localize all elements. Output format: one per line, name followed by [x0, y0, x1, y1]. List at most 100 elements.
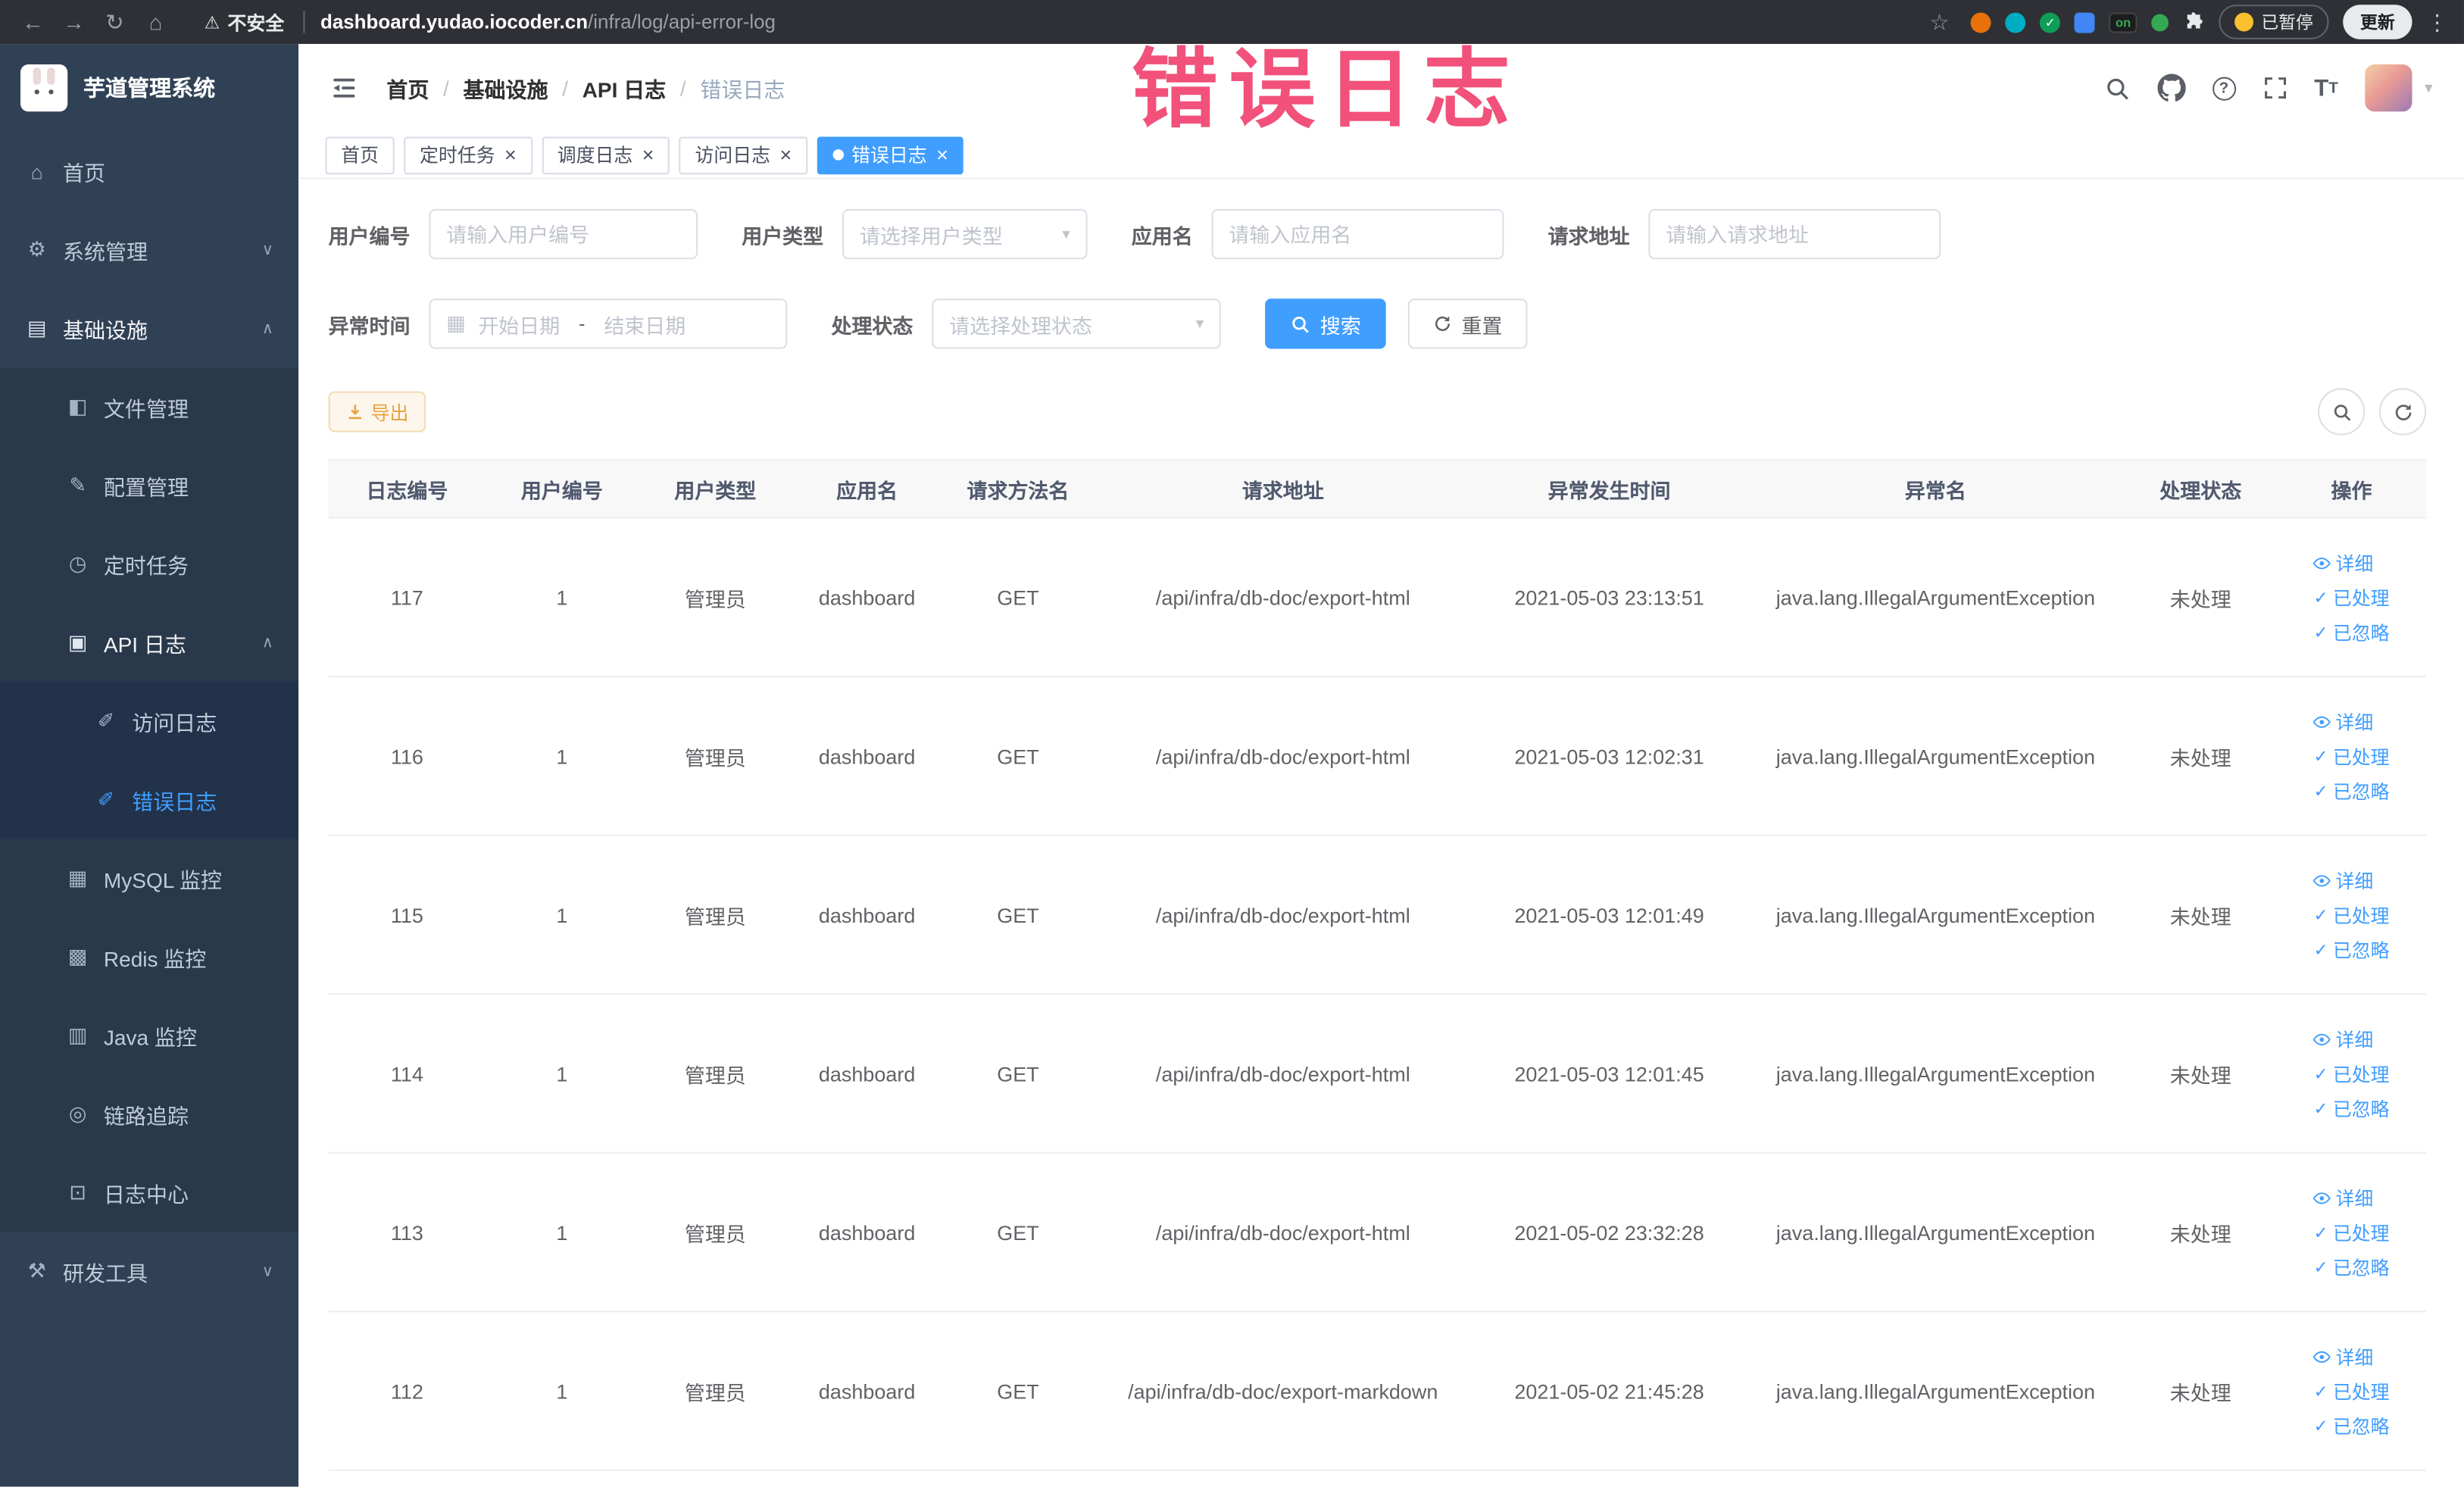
action-ignored[interactable]: ✓ 已忽略	[2313, 1412, 2389, 1439]
help-icon[interactable]: ?	[2212, 76, 2236, 100]
sidebar-item-java-monitor[interactable]: ▥ Java 监控	[0, 996, 299, 1076]
sidebar-item-infrastructure[interactable]: ▤ 基础设施 ∧	[0, 289, 298, 368]
action-processed[interactable]: ✓ 已处理	[2313, 742, 2389, 769]
extensions-puzzle-icon[interactable]	[2183, 11, 2205, 33]
sidebar-item-config-mgmt[interactable]: ✎ 配置管理	[0, 446, 299, 525]
action-processed[interactable]: ✓ 已处理	[2313, 901, 2389, 928]
font-size-icon[interactable]: TT	[2314, 75, 2338, 102]
tab-close-icon[interactable]: ×	[936, 145, 948, 165]
action-ignored[interactable]: ✓ 已忽略	[2313, 1253, 2389, 1279]
cell-status: 未处理	[2169, 1222, 2231, 1246]
action-ignored[interactable]: ✓ 已忽略	[2313, 1095, 2389, 1121]
edit-icon: ✎	[69, 473, 87, 497]
row-actions: 详细 ✓ 已处理 ✓ 已忽略	[2313, 549, 2390, 645]
cell-time: 2021-05-02 21:45:28	[1514, 1379, 1704, 1403]
action-ignored[interactable]: ✓ 已忽略	[2313, 777, 2389, 804]
sidebar-item-log-center[interactable]: ⊡ 日志中心	[0, 1153, 299, 1232]
search-button[interactable]: 搜索	[1265, 298, 1386, 349]
forward-icon[interactable]: →	[57, 9, 92, 34]
breadcrumb-item[interactable]: 基础设施	[464, 72, 548, 103]
sidebar-item-api-log[interactable]: ▣ API 日志 ∧	[0, 603, 299, 683]
extension-icon-green-check[interactable]: ✓	[2040, 11, 2061, 33]
sidebar-item-access-log[interactable]: ✐ 访问日志	[0, 682, 299, 761]
sidebar-item-system-mgmt[interactable]: ⚙ 系统管理 ∨	[0, 211, 298, 289]
tab-label: 定时任务	[419, 144, 495, 167]
action-detail[interactable]: 详细	[2313, 1026, 2373, 1052]
process-status-select[interactable]: 请选择处理状态 ▾	[932, 298, 1222, 349]
action-processed[interactable]: ✓ 已处理	[2313, 1219, 2389, 1245]
extension-icon-blue[interactable]	[2074, 11, 2095, 33]
cell-exception: java.lang.IllegalArgumentException	[1775, 1061, 2096, 1086]
extension-icon-leaf[interactable]	[2151, 13, 2169, 31]
cell-actions: 详细 ✓ 已处理 ✓ 已忽略	[2277, 836, 2426, 993]
app-logo[interactable]: 芋道管理系统	[0, 44, 298, 132]
action-ignored[interactable]: ✓ 已忽略	[2313, 936, 2389, 962]
app-name-input[interactable]	[1211, 208, 1504, 260]
extension-icon-orange[interactable]	[1971, 11, 1991, 33]
refresh-tool-button[interactable]	[2378, 388, 2427, 436]
tab-job[interactable]: 定时任务 ×	[404, 136, 532, 174]
sidebar-item-link-tracing[interactable]: ◎ 链路追踪	[0, 1075, 299, 1154]
export-button[interactable]: 导出	[328, 391, 426, 433]
sidebar-item-redis-monitor[interactable]: ▩ Redis 监控	[0, 917, 299, 997]
sidebar-item-error-log[interactable]: ✐ 错误日志	[0, 761, 299, 839]
column-header: 请求方法名	[967, 478, 1070, 502]
reload-icon[interactable]: ↻	[98, 8, 133, 35]
action-ignored[interactable]: ✓ 已忽略	[2313, 618, 2389, 645]
security-indicator[interactable]: ⚠ 不安全	[205, 8, 285, 35]
avatar-caret-icon[interactable]: ▾	[2425, 80, 2432, 97]
cell-time: 2021-05-03 12:01:45	[1514, 1061, 1704, 1086]
column-header: 日志编号	[366, 478, 448, 502]
action-detail[interactable]: 详细	[2313, 867, 2373, 893]
action-processed[interactable]: ✓ 已处理	[2313, 1377, 2389, 1404]
action-label: 已处理	[2332, 745, 2390, 768]
browser-home-icon[interactable]: ⌂	[139, 9, 173, 34]
sidebar-item-dev-tools[interactable]: ⚒ 研发工具 ∨	[0, 1232, 298, 1310]
tab-close-icon[interactable]: ×	[504, 145, 517, 165]
cell-id: 115	[390, 902, 423, 926]
user-id-input[interactable]	[429, 208, 698, 260]
bookmark-star-icon[interactable]: ☆	[1922, 8, 1957, 35]
app-title: 芋道管理系统	[83, 75, 216, 101]
action-detail[interactable]: 详细	[2313, 1184, 2373, 1211]
extension-on-badge[interactable]: on	[2109, 11, 2138, 33]
tab-close-icon[interactable]: ×	[642, 145, 654, 165]
request-url-input[interactable]	[1648, 208, 1941, 260]
browser-toolbar-right: ☆ ✓ on 已暂停 更新 ⋮	[1922, 5, 2448, 39]
tab-error-log[interactable]: 错误日志 ×	[817, 136, 964, 174]
tab-access-log[interactable]: 访问日志 ×	[679, 136, 808, 174]
action-detail[interactable]: 详细	[2313, 708, 2373, 735]
sidebar-collapse-icon[interactable]	[330, 74, 358, 102]
user-type-select[interactable]: 请选择用户类型 ▾	[842, 208, 1088, 260]
tab-job-log[interactable]: 调度日志 ×	[541, 136, 670, 174]
zoom-tool-button[interactable]	[2318, 388, 2366, 436]
sidebar-item-scheduled-tasks[interactable]: ◷ 定时任务	[0, 524, 299, 604]
user-avatar[interactable]	[2365, 64, 2412, 112]
sidebar-item-file-mgmt[interactable]: ◧ 文件管理	[0, 367, 299, 447]
sidebar-item-home[interactable]: ⌂ 首页	[0, 132, 298, 211]
breadcrumb-item[interactable]: API 日志	[582, 72, 667, 103]
topbar: 首页 / 基础设施 / API 日志 / 错误日志 ? TT ▾	[298, 44, 2464, 133]
profile-paused-pill[interactable]: 已暂停	[2219, 5, 2329, 39]
tab-close-icon[interactable]: ×	[780, 145, 792, 165]
back-icon[interactable]: ←	[16, 9, 51, 34]
browser-menu-icon[interactable]: ⋮	[2426, 8, 2448, 35]
action-detail[interactable]: 详细	[2313, 1343, 2373, 1370]
cell-actions: 详细 ✓ 已处理 ✓ 已忽略	[2277, 677, 2426, 834]
cell-time: 2021-05-02 23:32:28	[1514, 1220, 1704, 1245]
tab-home[interactable]: 首页	[325, 136, 395, 174]
date-range-picker[interactable]: ▦ 开始日期 - 结束日期	[429, 298, 788, 349]
sidebar-item-mysql-monitor[interactable]: ▦ MySQL 监控	[0, 839, 299, 918]
cell-status: 未处理	[2169, 586, 2231, 611]
extension-icon-teal[interactable]	[2005, 11, 2026, 33]
reset-button[interactable]: 重置	[1407, 298, 1528, 349]
address-bar[interactable]: dashboard.yudao.iocoder.cn/infra/log/api…	[303, 11, 776, 33]
action-detail[interactable]: 详细	[2313, 549, 2373, 576]
action-processed[interactable]: ✓ 已处理	[2313, 1060, 2389, 1086]
action-processed[interactable]: ✓ 已处理	[2313, 584, 2389, 611]
browser-update-button[interactable]: 更新	[2343, 5, 2412, 39]
github-icon[interactable]	[2156, 73, 2186, 102]
breadcrumb-item[interactable]: 首页	[386, 72, 429, 103]
search-icon[interactable]	[2103, 75, 2130, 102]
fullscreen-icon[interactable]	[2263, 76, 2288, 101]
